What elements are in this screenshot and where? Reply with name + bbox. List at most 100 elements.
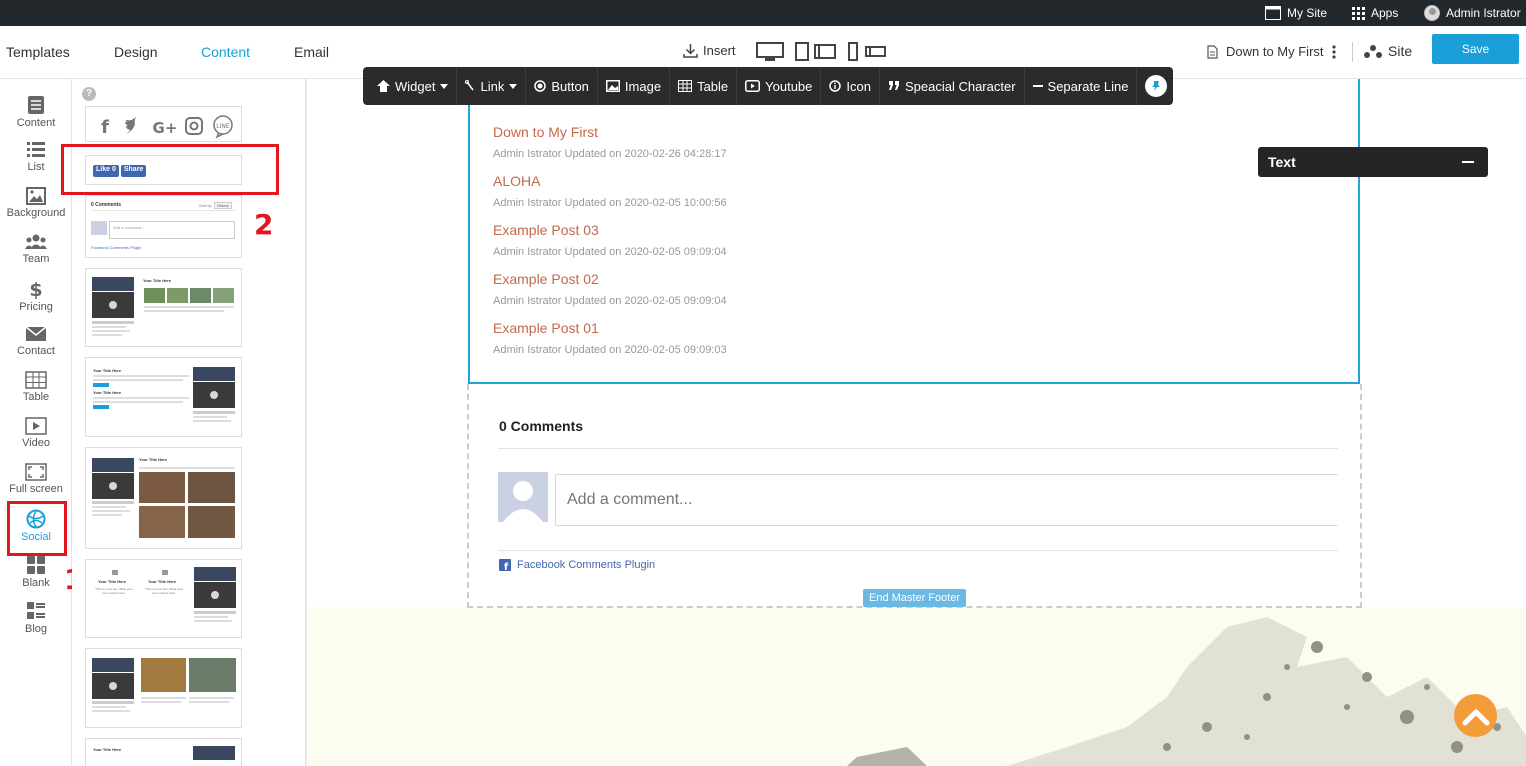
- post-title[interactable]: Example Post 02: [493, 271, 599, 287]
- default-user-icon: [503, 481, 543, 522]
- widget-icon: [377, 80, 390, 92]
- mobile-view-icon[interactable]: [847, 42, 887, 62]
- sidebar-item-label: Video: [22, 437, 50, 449]
- comments-divider: [498, 448, 1338, 449]
- feed-photos-preview: [92, 458, 235, 538]
- content-icon: [28, 96, 44, 114]
- footer-texture: [847, 617, 1526, 766]
- social-icons-preview: f G+ LINE: [101, 115, 233, 139]
- post-title[interactable]: Example Post 01: [493, 320, 599, 336]
- widget-dropdown[interactable]: Widget: [363, 67, 458, 105]
- tablet-view-icon[interactable]: [795, 42, 837, 62]
- svg-text:G+: G+: [153, 119, 178, 137]
- block-comments-title: 0 Comments: [91, 202, 122, 208]
- table-tool[interactable]: Table: [670, 67, 738, 105]
- tab-design[interactable]: Design: [114, 44, 158, 60]
- link-dropdown[interactable]: Link: [457, 67, 527, 105]
- apps-grid-icon: [1352, 6, 1365, 20]
- insert-button[interactable]: Insert: [683, 43, 736, 58]
- end-master-footer-tag: End Master Footer: [863, 589, 967, 607]
- desktop-view-icon[interactable]: [756, 42, 784, 62]
- sidebar-item-video[interactable]: Video: [0, 417, 72, 449]
- more-vertical-icon[interactable]: [1331, 44, 1336, 59]
- special-character-tool[interactable]: Speacial Character: [880, 67, 1025, 105]
- special-character-label: Speacial Character: [904, 78, 1016, 94]
- three-text-preview: [112, 567, 236, 622]
- sidebar-item-label: Content: [16, 117, 56, 129]
- tab-email[interactable]: Email: [294, 44, 329, 60]
- post-title[interactable]: ALOHA: [493, 173, 540, 189]
- post-title[interactable]: Example Post 03: [493, 222, 599, 238]
- block-sort-value: Oldest: [214, 202, 232, 209]
- sidebar-item-blog[interactable]: Blog: [0, 601, 72, 635]
- tab-content[interactable]: Content: [201, 44, 250, 60]
- tab-templates[interactable]: Templates: [6, 44, 70, 60]
- block-text-fb-feed[interactable]: Your Title Here Your Title Here: [85, 357, 242, 437]
- scroll-to-top-button[interactable]: [1454, 694, 1497, 737]
- icon-tool[interactable]: Icon: [821, 67, 880, 105]
- button-tool[interactable]: Button: [526, 67, 598, 105]
- caret-down-icon: [509, 83, 518, 89]
- block-facebook-comments[interactable]: 0 Comments Sort by Oldest Add a comment.…: [85, 195, 242, 258]
- sidebar-item-team[interactable]: Team: [0, 233, 72, 265]
- block-fb-feed-gallery[interactable]: Your Title Here: [85, 268, 242, 347]
- save-button[interactable]: Save: [1432, 34, 1519, 64]
- sidebar-item-contact[interactable]: Contact: [0, 325, 72, 357]
- image-icon: [605, 80, 620, 92]
- sidebar-item-fullscreen[interactable]: Full screen: [0, 463, 72, 495]
- block-partial[interactable]: Your Title Here: [85, 738, 242, 766]
- fullscreen-icon: [25, 463, 47, 481]
- block-sort-label: Sort by: [199, 203, 212, 208]
- page-selector[interactable]: Down to My First: [1207, 44, 1336, 59]
- sidebar-item-blank[interactable]: Blank: [0, 555, 72, 589]
- post-list-block[interactable]: [468, 79, 1360, 384]
- block-fb-feed-photos[interactable]: Your Title Here: [85, 447, 242, 549]
- block-fb-feed-landscape[interactable]: [85, 648, 242, 728]
- block-title-text: Your Title Here: [98, 579, 127, 584]
- separator-tool[interactable]: Separate Line: [1025, 67, 1138, 105]
- block-social-icons[interactable]: f G+ LINE: [85, 106, 242, 142]
- minus-icon: [1032, 85, 1043, 87]
- link-label: Link: [480, 78, 505, 94]
- block-comment-placeholder: Add a comment...: [113, 225, 145, 230]
- sidebar-item-pricing[interactable]: $ Pricing: [0, 279, 72, 313]
- user-menu[interactable]: Admin Istrator: [1424, 0, 1521, 26]
- image-tool-label: Image: [624, 78, 662, 94]
- site-menu[interactable]: Site: [1364, 43, 1412, 59]
- comment-input[interactable]: [555, 474, 1338, 526]
- facebook-plugin-link[interactable]: f Facebook Comments Plugin: [499, 559, 655, 571]
- icon-tool-label: Icon: [846, 78, 871, 94]
- sidebar-item-label: Blank: [22, 577, 50, 589]
- help-icon[interactable]: ?: [82, 87, 96, 101]
- caret-down-icon: [440, 83, 449, 89]
- partial-preview: [193, 746, 235, 760]
- info-icon: [829, 80, 842, 92]
- user-name: Admin Istrator: [1446, 6, 1521, 20]
- play-icon: [25, 417, 47, 435]
- sidebar-item-label: Background: [6, 207, 66, 219]
- svg-text:$: $: [29, 279, 42, 299]
- youtube-tool[interactable]: Youtube: [737, 67, 822, 105]
- pin-toolbar-button[interactable]: [1145, 75, 1168, 97]
- dollar-icon: $: [29, 279, 42, 299]
- block-three-text-fb[interactable]: Your Title Here Your Title Here This is …: [85, 559, 242, 638]
- my-site-link[interactable]: My Site: [1265, 0, 1327, 26]
- admin-bar: My Site Apps Admin Istrator: [0, 0, 1526, 26]
- image-tool[interactable]: Image: [598, 67, 671, 105]
- text-properties-panel[interactable]: Text: [1258, 147, 1488, 177]
- chevron-up-icon: [1462, 709, 1489, 725]
- list-icon: [27, 142, 45, 157]
- download-icon: [683, 44, 698, 58]
- sidebar-item-content[interactable]: Content: [0, 95, 72, 129]
- editor-toolbar: Widget Link Button Image Table Youtube I…: [363, 67, 1173, 105]
- post-title[interactable]: Down to My First: [493, 124, 598, 140]
- insert-label: Insert: [703, 43, 736, 58]
- post-meta: Admin Istrator Updated on 2020-02-26 04:…: [493, 148, 727, 160]
- table-icon: [25, 371, 47, 389]
- apps-link[interactable]: Apps: [1352, 0, 1398, 26]
- feed-landscape-preview: [92, 658, 236, 712]
- sidebar-item-label: Pricing: [19, 301, 53, 313]
- annotation-highlight-block: [61, 144, 279, 195]
- collapse-icon[interactable]: [1462, 161, 1474, 163]
- sidebar-item-table[interactable]: Table: [0, 371, 72, 403]
